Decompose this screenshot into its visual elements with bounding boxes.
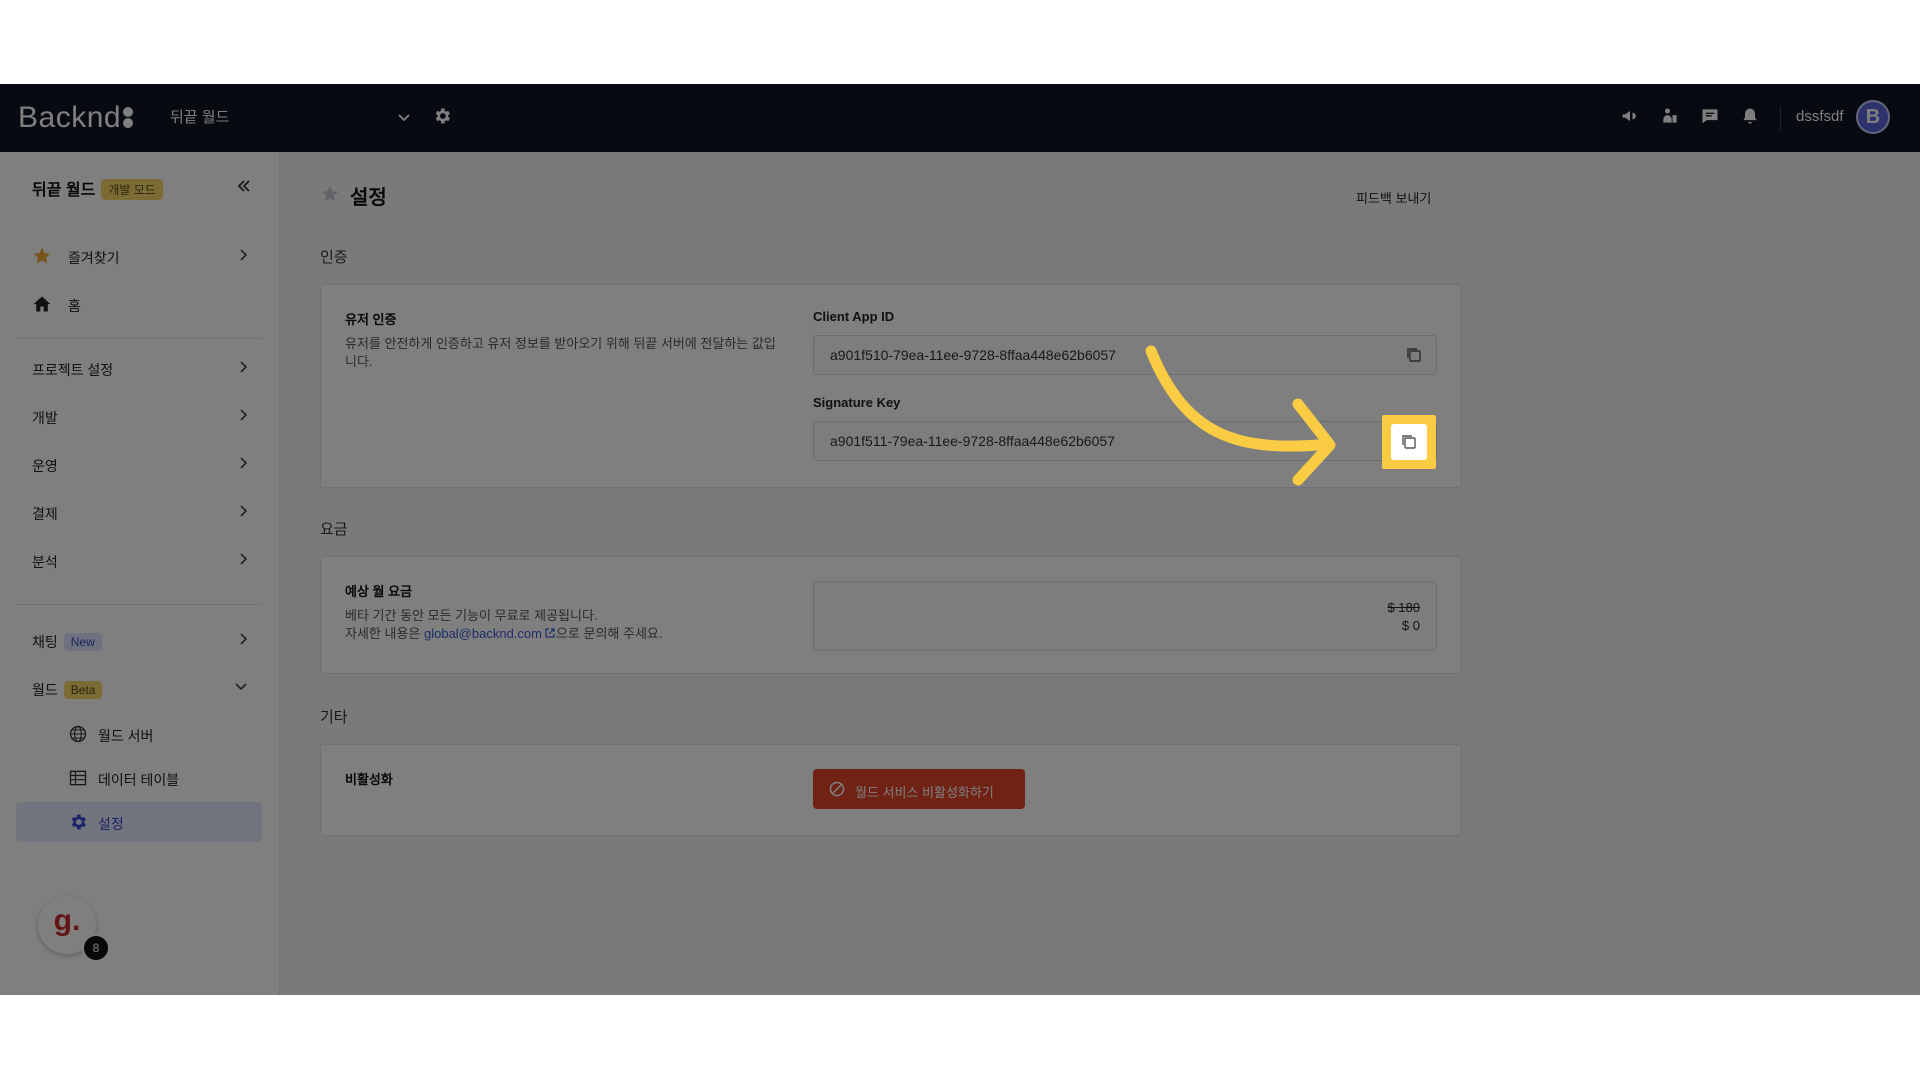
pointer-arrow [1145, 345, 1336, 486]
app-window: Backnd 뒤끝 월드 dssfsdf B 뒤끝 월드 개발 모드 즐겨찾기 … [0, 84, 1920, 995]
